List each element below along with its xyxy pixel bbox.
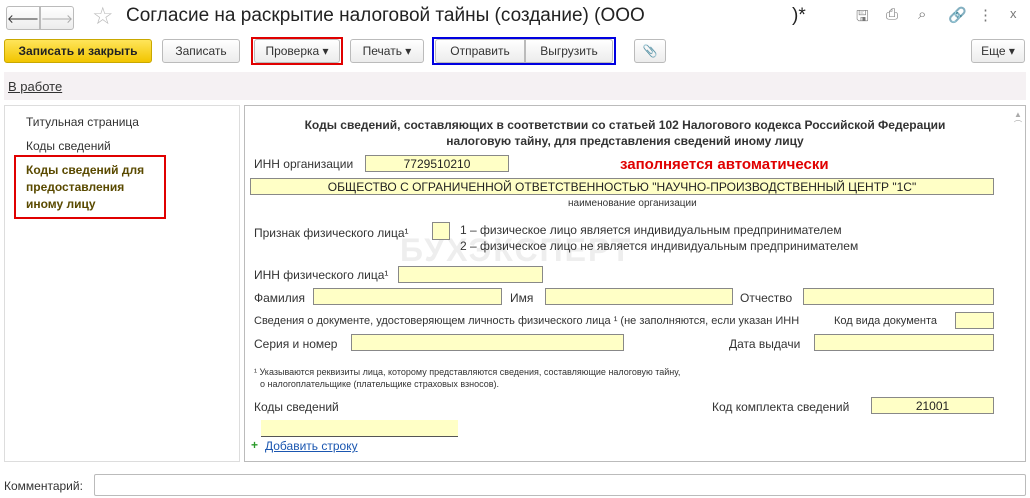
person-sign-opt2: 2 – физическое лицо не является индивиду…	[460, 239, 859, 253]
save-button[interactable]: Записать	[162, 39, 240, 63]
inn-org-label: ИНН организации	[254, 157, 354, 171]
org-name-caption: наименование организации	[568, 198, 697, 209]
person-sign-label: Признак физического лица¹	[254, 226, 409, 240]
doc-code-field[interactable]	[955, 312, 994, 329]
export-button[interactable]: Выгрузить	[525, 39, 613, 63]
status-link[interactable]: В работе	[8, 79, 62, 94]
surname-field[interactable]	[313, 288, 502, 305]
doc-code-label: Код вида документа	[834, 315, 937, 327]
paperclip-icon: 📎	[642, 44, 658, 58]
form-heading-2: налоговую тайну, для представления сведе…	[446, 134, 804, 148]
name-label: Имя	[510, 291, 534, 305]
auto-note: заполняется автоматически	[620, 156, 829, 173]
window-title: Согласие на раскрытие налоговой тайны (с…	[126, 5, 645, 26]
name-field[interactable]	[545, 288, 733, 305]
issue-date-field[interactable]	[814, 334, 994, 351]
footnote-1: ¹ Указываются реквизиты лица, которому п…	[254, 367, 681, 377]
inn-person-label: ИНН физического лица¹	[254, 268, 389, 282]
set-code-label: Код комплекта сведений	[712, 400, 850, 414]
forward-button[interactable]: 🡒	[40, 6, 74, 30]
person-sign-field[interactable]	[432, 222, 450, 240]
patronymic-label: Отчество	[740, 291, 793, 305]
sidebar-item-codes-other-label: Коды сведений для предоставления иному л…	[26, 163, 145, 211]
org-name-field[interactable]: ОБЩЕСТВО С ОГРАНИЧЕННОЙ ОТВЕТСТВЕННОСТЬЮ…	[250, 178, 994, 195]
surname-label: Фамилия	[254, 291, 305, 305]
check-label: Проверка	[265, 44, 320, 58]
issue-date-label: Дата выдачи	[729, 337, 801, 351]
link-icon[interactable]: 🔗	[948, 6, 967, 24]
window-title-suffix: )*	[792, 5, 806, 26]
doc-info-label: Сведения о документе, удостоверяющем лич…	[254, 315, 800, 327]
codes-label: Коды сведений	[254, 400, 339, 414]
save-close-button[interactable]: Записать и закрыть	[4, 39, 152, 63]
add-row-icon: +	[251, 438, 259, 452]
status-bar	[4, 72, 1026, 100]
sidebar-item-title-page[interactable]: Титульная страница	[26, 115, 139, 129]
inn-org-field[interactable]: 7729510210	[365, 155, 509, 172]
comment-input[interactable]	[94, 474, 1026, 496]
more-vert-icon[interactable]: ⋮	[978, 6, 993, 24]
patronymic-field[interactable]	[803, 288, 994, 305]
footnote-2: о налогоплательщике (плательщике страхов…	[260, 379, 500, 389]
send-button[interactable]: Отправить	[435, 39, 525, 63]
print-button[interactable]: Печать ▾	[350, 39, 424, 63]
print-label: Печать	[362, 44, 402, 58]
close-icon[interactable]: x	[1010, 6, 1017, 21]
person-sign-opt1: 1 – физическое лицо является индивидуаль…	[460, 223, 842, 237]
check-button[interactable]: Проверка ▾	[254, 39, 340, 63]
sidebar-item-codes[interactable]: Коды сведений	[26, 139, 111, 153]
save-icon[interactable]: 🖫	[856, 6, 869, 31]
print-icon[interactable]: ⎙	[886, 6, 898, 23]
back-button[interactable]: 🡐	[6, 6, 40, 30]
inn-person-field[interactable]	[398, 266, 543, 283]
attach-button[interactable]: 📎	[634, 39, 666, 63]
more-label: Еще	[981, 44, 1006, 58]
series-field[interactable]	[351, 334, 624, 351]
form-heading-1: Коды сведений, составляющих в соответств…	[304, 118, 946, 132]
scroll-up-icon[interactable]: ▲ ⌒	[1014, 110, 1022, 130]
codes-row-field[interactable]	[261, 420, 458, 437]
add-row-link[interactable]: Добавить строку	[265, 439, 358, 453]
set-code-field[interactable]: 21001	[871, 397, 994, 414]
preview-icon[interactable]: ⌕	[918, 6, 926, 23]
comment-label: Комментарий:	[4, 479, 83, 493]
more-button[interactable]: Еще ▾	[971, 39, 1025, 63]
star-icon[interactable]: ☆	[92, 2, 114, 31]
series-label: Серия и номер	[254, 337, 338, 351]
